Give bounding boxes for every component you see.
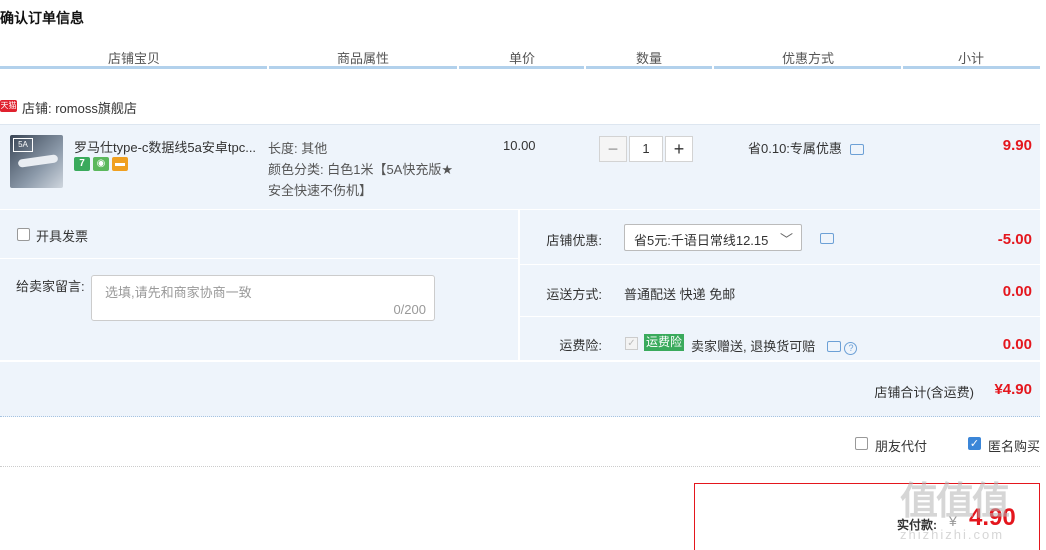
header-discount: 优惠方式	[782, 51, 835, 66]
thumb-tag: 5A	[13, 138, 33, 152]
decrease-button[interactable]: −	[599, 136, 627, 162]
order-item-row: 5A 罗马仕type-c数据线5a安卓tpc... 7 ◉ ▬ 长度: 其他 颜…	[0, 124, 1040, 209]
message-placeholder: 选填,请先和商家协商一致	[105, 285, 252, 300]
product-thumbnail[interactable]: 5A	[10, 135, 63, 188]
header-sep	[901, 66, 903, 69]
seller-message-textarea[interactable]: 选填,请先和商家协商一致 0/200	[91, 275, 435, 321]
store-total-value: ¥4.90	[994, 381, 1032, 398]
header-unit-price: 单价	[509, 51, 536, 66]
insurance-amount: 0.00	[1002, 336, 1032, 353]
attr-color-line1: 颜色分类: 白色1米【5A快充版★	[268, 162, 454, 177]
insurance-text: 卖家赠送, 退换货可赔	[691, 339, 816, 354]
shipping-label: 运送方式:	[546, 287, 602, 302]
friend-pay-label: 朋友代付	[875, 439, 928, 454]
shop-name-link[interactable]: 店铺: romoss旗舰店	[22, 98, 137, 117]
comment-icon[interactable]	[849, 144, 864, 155]
product-name-link[interactable]: 罗马仕type-c数据线5a安卓tpc...	[74, 137, 264, 156]
store-discount-label: 店铺优惠:	[546, 233, 602, 248]
store-discount-amount: -5.00	[997, 231, 1032, 248]
invoice-label: 开具发票	[36, 229, 89, 244]
guarantee-icon: ◉	[93, 157, 109, 171]
help-icon[interactable]: ?	[844, 342, 858, 355]
service-icons: 7 ◉ ▬	[74, 157, 128, 171]
quantity-input[interactable]: 1	[629, 136, 663, 162]
comment-icon[interactable]	[826, 341, 841, 352]
invoice-checkbox[interactable]	[17, 228, 30, 241]
attr-length: 长度: 其他	[268, 141, 328, 156]
header-quantity: 数量	[636, 51, 663, 66]
divider	[520, 316, 1040, 317]
page-title: 确认订单信息	[0, 10, 84, 26]
header-sep	[584, 66, 586, 69]
payment-options-row: 朋友代付 ✓ 匿名购买	[0, 420, 1040, 467]
increase-button[interactable]: +	[665, 136, 693, 162]
header-attributes: 商品属性	[337, 51, 390, 66]
tmall-icon: 天猫	[0, 100, 17, 112]
discount-text: 省0.10:专属优惠	[748, 141, 842, 156]
shipping-amount: 0.00	[1002, 283, 1032, 300]
divider	[520, 264, 1040, 265]
store-discount-value: 省5元:千语日常线12.15	[634, 233, 769, 248]
header-sep	[267, 66, 269, 69]
chevron-down-icon: ﹀	[779, 232, 793, 247]
insurance-badge: 运费险	[644, 334, 685, 351]
message-char-count: 0/200	[393, 302, 426, 317]
seven-day-return-icon: 7	[74, 157, 90, 171]
credit-card-icon: ▬	[112, 157, 128, 171]
cable-image	[17, 154, 59, 168]
divider	[0, 258, 518, 259]
header-sep	[712, 66, 714, 69]
header-subtotal: 小计	[958, 51, 985, 66]
unit-price: 10.00	[503, 138, 536, 153]
insurance-checkbox: ✓	[625, 337, 638, 350]
insurance-description: 卖家赠送, 退换货可赔 ?	[691, 336, 858, 355]
buyer-options-panel: 开具发票 给卖家留言: 选填,请先和商家协商一致 0/200	[0, 210, 518, 360]
attr-color-line2: 安全快速不伤机】	[268, 183, 373, 198]
header-shop-item: 店铺宝贝	[108, 51, 161, 66]
site-watermark-logo: 值值值	[900, 481, 1010, 523]
item-discount: 省0.10:专属优惠	[748, 138, 864, 157]
friend-pay-checkbox[interactable]	[855, 437, 868, 450]
header-divider	[0, 66, 1040, 69]
store-total-label: 店铺合计(含运费)	[874, 385, 974, 400]
anonymous-checkbox[interactable]: ✓	[968, 437, 981, 450]
shipping-method: 普通配送 快递 免邮	[624, 287, 736, 302]
store-discount-select[interactable]: 省5元:千语日常线12.15 ﹀	[624, 224, 802, 251]
comment-icon[interactable]	[820, 233, 834, 244]
header-sep	[457, 66, 459, 69]
quantity-stepper: − 1 +	[599, 136, 693, 162]
insurance-label: 运费险:	[559, 338, 602, 353]
anonymous-label: 匿名购买	[988, 439, 1041, 454]
shop-fees-panel: 店铺优惠: 省5元:千语日常线12.15 ﹀ -5.00 运送方式: 普通配送 …	[520, 210, 1040, 360]
item-subtotal: 9.90	[1002, 137, 1032, 154]
message-label: 给卖家留言:	[16, 279, 85, 294]
store-total-row: 店铺合计(含运费) ¥4.90	[0, 362, 1040, 417]
site-watermark-url: zhizhizhi.com	[900, 527, 1005, 542]
